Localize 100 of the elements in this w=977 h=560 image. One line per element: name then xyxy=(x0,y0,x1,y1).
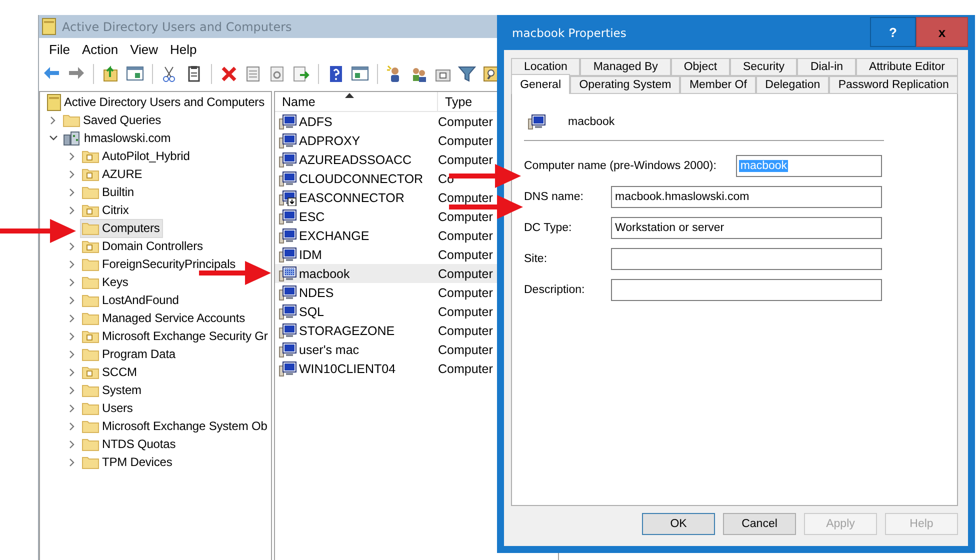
computer-name: AZUREADSSOACC xyxy=(299,152,412,166)
book-icon xyxy=(47,94,61,110)
type-cell-text: Computer xyxy=(437,342,493,356)
computer-icon xyxy=(279,246,297,262)
help-button[interactable]: ? xyxy=(870,17,916,47)
text-field[interactable]: macbook.hmaslowski.com xyxy=(611,186,882,208)
tree-item[interactable]: AutoPilot_Hybrid xyxy=(80,146,193,166)
folder-document-icon xyxy=(82,149,99,163)
menu-item[interactable]: Help xyxy=(164,40,203,58)
pane-icon[interactable] xyxy=(351,65,369,83)
folder-document-icon xyxy=(82,329,99,343)
document-icon[interactable] xyxy=(244,65,262,83)
dialog-button[interactable]: OK xyxy=(642,513,715,535)
folder-up-icon[interactable] xyxy=(102,65,120,83)
computer-icon xyxy=(279,266,297,282)
tree-item[interactable]: Computers xyxy=(80,218,163,238)
list-row[interactable]: user's mac Computer xyxy=(275,340,558,359)
tab[interactable]: Delegation xyxy=(756,76,830,94)
type-cell-text: Computer xyxy=(437,286,493,300)
type-cell-text: Computer xyxy=(437,152,493,166)
type-cell-text: Computer xyxy=(437,228,493,242)
tree-item[interactable]: ForeignSecurityPrincipals xyxy=(80,254,239,274)
computer-icon xyxy=(279,170,297,186)
list-row[interactable]: WIN10CLIENT04 Computer xyxy=(275,359,558,378)
computer-name: CLOUDCONNECTOR xyxy=(299,172,424,186)
tree-item[interactable]: NTDS Quotas xyxy=(80,434,179,454)
tree-item[interactable]: hmaslowski.com xyxy=(61,128,174,148)
text-field[interactable] xyxy=(611,248,882,270)
text-field[interactable]: Workstation or server xyxy=(611,217,882,239)
chevron-down-icon[interactable] xyxy=(48,135,58,141)
field-label: DC Type: xyxy=(524,222,573,234)
computer-icon xyxy=(279,284,297,300)
folder-document-icon xyxy=(82,239,99,253)
tree-item[interactable]: System xyxy=(80,380,144,400)
users-icon[interactable] xyxy=(410,65,428,83)
computer-name: SQL xyxy=(299,304,324,318)
help-icon[interactable] xyxy=(327,65,345,83)
folder-document-icon xyxy=(82,167,99,181)
type-cell-text: Computer xyxy=(437,304,493,318)
type-cell-text: Computer xyxy=(437,134,493,148)
tree-item[interactable]: Program Data xyxy=(80,344,178,364)
tree-item[interactable]: Citrix xyxy=(80,200,132,220)
tab[interactable]: Attribute Editor xyxy=(856,58,958,76)
tab[interactable]: Password Replication xyxy=(829,76,958,94)
tree-item[interactable]: Saved Queries xyxy=(61,110,164,130)
sort-up-icon xyxy=(345,93,354,98)
computer-icon xyxy=(279,342,297,358)
computer-icon xyxy=(279,360,297,376)
tree-item[interactable]: Microsoft Exchange Security Gr xyxy=(80,326,271,346)
close-button[interactable]: x xyxy=(916,17,968,47)
computer-icon xyxy=(279,228,297,244)
computer-name: ADFS xyxy=(299,114,332,128)
list-row[interactable]: ADFS Computer xyxy=(275,112,558,131)
tab[interactable]: Managed By xyxy=(580,58,671,76)
tree-item[interactable]: SCCM xyxy=(80,362,140,382)
tab[interactable]: Location xyxy=(511,58,580,76)
dialog-button[interactable]: Cancel xyxy=(723,513,796,535)
tree-item[interactable]: Users xyxy=(80,398,136,418)
computer-name: NDES xyxy=(299,286,334,300)
list-row[interactable]: ADPROXY Computer xyxy=(275,131,558,150)
folder-document-icon xyxy=(82,203,99,217)
tree-item[interactable]: TPM Devices xyxy=(80,452,176,472)
computer-icon xyxy=(279,208,297,224)
computer-icon xyxy=(279,152,297,168)
tree-item[interactable]: LostAndFound xyxy=(80,290,182,310)
tree-item[interactable]: Domain Controllers xyxy=(80,236,206,256)
list-row[interactable]: SQL Computer xyxy=(275,302,558,321)
type-cell-text: Computer xyxy=(437,266,493,280)
tree-item[interactable]: Managed Service Accounts xyxy=(80,308,248,328)
tab[interactable]: Member Of xyxy=(680,76,756,94)
column-header[interactable]: Name xyxy=(275,92,438,111)
delete-icon[interactable] xyxy=(220,65,238,83)
refresh-icon[interactable] xyxy=(268,65,286,83)
list-row[interactable]: STORAGEZONE Computer xyxy=(275,321,558,340)
tab[interactable]: Dial-in xyxy=(797,58,856,76)
tree-item[interactable]: Builtin xyxy=(80,182,137,202)
tab[interactable]: Security xyxy=(730,58,798,76)
tree-item[interactable]: Microsoft Exchange System Ob xyxy=(80,416,270,436)
tab[interactable]: Operating System xyxy=(570,76,680,94)
field-label: Computer name (pre-Windows 2000): xyxy=(524,160,718,172)
tab[interactable]: General xyxy=(511,74,570,94)
tree-item[interactable]: AZURE xyxy=(80,164,146,184)
filter-icon[interactable] xyxy=(458,65,476,83)
tree-item[interactable]: Keys xyxy=(80,272,132,292)
find-icon[interactable] xyxy=(482,65,500,83)
window-title: Active Directory Users and Computers xyxy=(62,20,292,34)
folder-document-icon xyxy=(82,365,99,379)
tab[interactable]: Object xyxy=(670,58,730,76)
computer-icon xyxy=(279,322,297,338)
menu-item[interactable]: File xyxy=(43,40,76,58)
pane-icon[interactable] xyxy=(126,65,144,83)
computer-name: EASCONNECTOR xyxy=(299,190,404,204)
menu-item[interactable]: View xyxy=(124,40,164,58)
chevron-right-icon[interactable] xyxy=(50,116,56,124)
tree-item[interactable]: Active Directory Users and Computers xyxy=(45,92,268,112)
type-cell-text: Computer xyxy=(437,362,493,376)
type-cell-text: Computer xyxy=(437,248,493,262)
text-field[interactable] xyxy=(611,279,882,301)
menu-item[interactable]: Action xyxy=(76,40,124,58)
export-icon[interactable] xyxy=(292,65,310,83)
